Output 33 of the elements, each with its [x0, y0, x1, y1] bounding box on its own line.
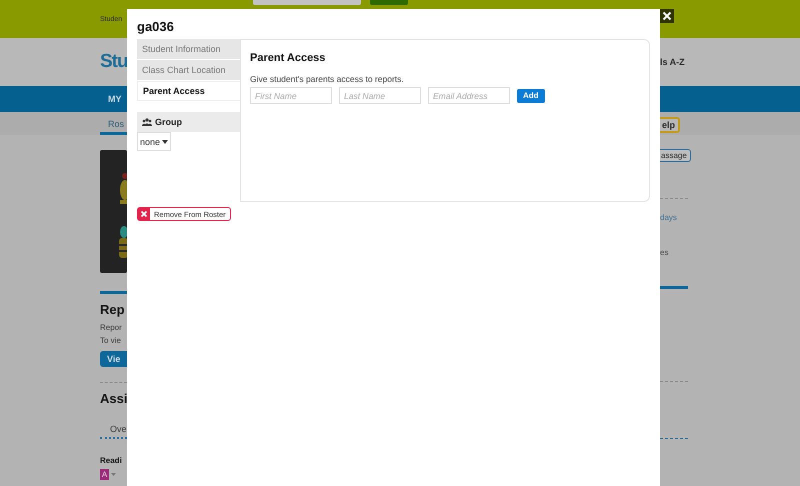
close-icon	[138, 208, 150, 220]
add-button[interactable]: Add	[517, 88, 545, 102]
input-field[interactable]: First Name	[250, 87, 332, 104]
side-tab[interactable]: Class Chart Location	[137, 60, 240, 80]
view-text: To vie	[100, 336, 122, 345]
dialog-title: ga036	[137, 18, 175, 36]
input-field[interactable]: Email Address	[428, 87, 510, 104]
close-icon[interactable]	[660, 9, 674, 23]
reading-label: Readi	[100, 456, 123, 465]
site-logo[interactable]: Stu	[100, 51, 128, 73]
panel-description: Give student's parents access to reports.	[250, 74, 405, 84]
caret-icon	[162, 140, 168, 144]
input-field[interactable]: Last Name	[339, 87, 421, 104]
nav-link[interactable]: ls A-Z	[660, 57, 685, 67]
section-heading: Rep	[100, 302, 126, 317]
group-select[interactable]: none	[137, 132, 172, 151]
caret-icon	[111, 473, 116, 476]
side-tab[interactable]: Student Information	[137, 39, 240, 59]
search-field[interactable]	[253, 0, 361, 5]
section-heading: Assi	[100, 391, 127, 406]
panel-heading: Parent Access	[250, 52, 326, 64]
message-button[interactable]: assage	[660, 149, 691, 162]
side-tab[interactable]: Parent Access	[137, 81, 240, 101]
days-link[interactable]: days	[660, 213, 800, 222]
nav-item[interactable]: MY	[100, 94, 122, 104]
help-button[interactable]: elp	[660, 117, 680, 133]
view-button[interactable]: Vie	[100, 351, 127, 367]
report-text: Repor	[100, 323, 123, 332]
people-icon	[142, 118, 152, 126]
group-label: Group	[155, 117, 182, 127]
level-badge[interactable]: A	[100, 469, 109, 480]
info-text: es	[660, 248, 670, 257]
search-button[interactable]	[370, 0, 408, 5]
